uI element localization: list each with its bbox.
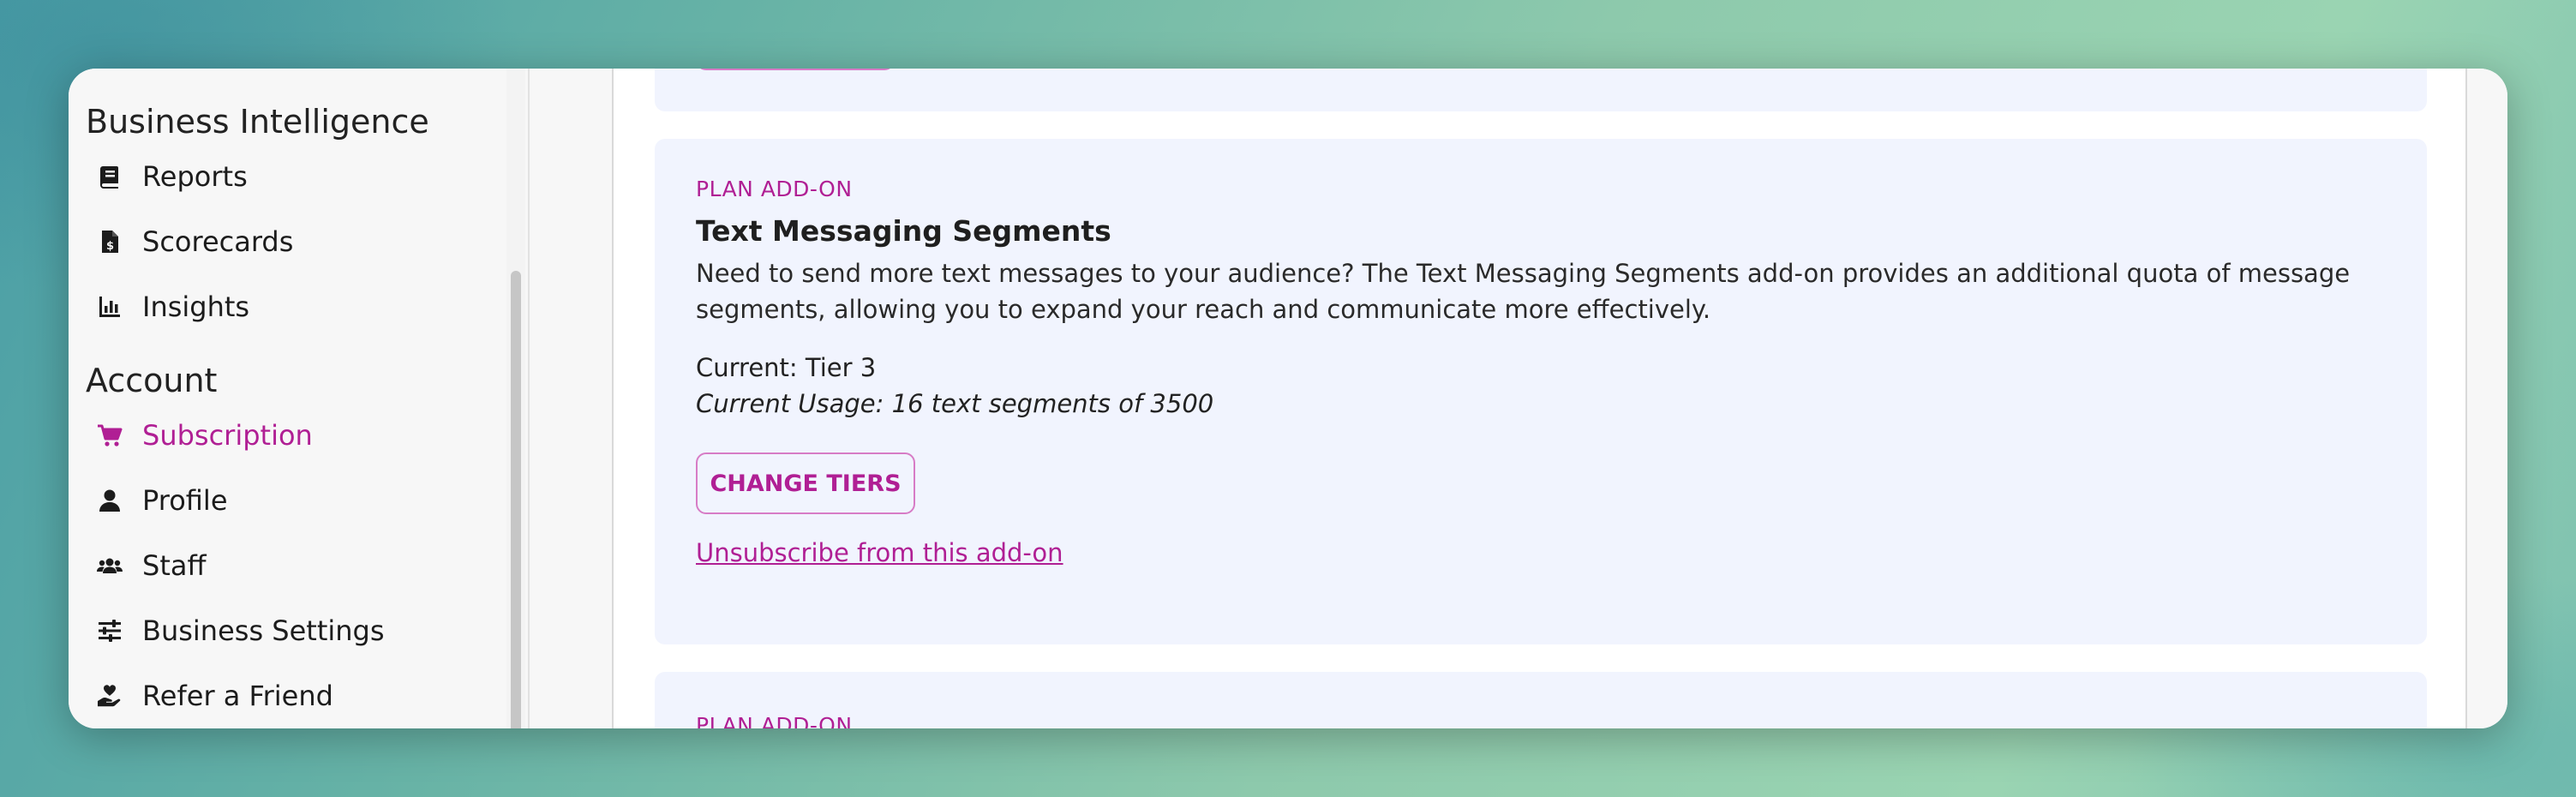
current-tier: Current: Tier 3	[696, 353, 877, 382]
sidebar: Business Intelligence Reports $ Scorecar…	[69, 69, 528, 728]
change-tiers-button[interactable]: CHANGE TIERS	[696, 452, 915, 514]
addon-card-text-messaging: PLAN ADD-ON Text Messaging Segments Need…	[655, 139, 2427, 644]
sidebar-item-refer-a-friend[interactable]: Refer a Friend	[94, 670, 497, 722]
sidebar-item-insights[interactable]: Insights	[94, 281, 497, 333]
user-icon	[94, 485, 125, 516]
sidebar-item-profile[interactable]: Profile	[94, 475, 497, 526]
addon-eyebrow: PLAN ADD-ON	[696, 177, 853, 201]
sidebar-item-subscription[interactable]: Subscription	[94, 410, 497, 461]
sliders-icon	[94, 615, 125, 646]
sidebar-item-scorecards[interactable]: $ Scorecards	[94, 216, 497, 267]
sidebar-item-reports[interactable]: Reports	[94, 151, 497, 202]
book-icon	[94, 161, 125, 192]
sidebar-item-staff[interactable]: Staff	[94, 540, 497, 591]
current-usage: Current Usage: 16 text segments of 3500	[696, 389, 1214, 418]
sidebar-section-business-intelligence: Business Intelligence	[86, 103, 429, 141]
sidebar-item-label: Subscription	[142, 419, 313, 452]
addon-card-previous	[655, 69, 2427, 111]
sidebar-item-label: Refer a Friend	[142, 680, 333, 712]
addon-card-next: PLAN ADD-ON	[655, 672, 2427, 728]
shopping-cart-icon	[94, 420, 125, 451]
addon-eyebrow: PLAN ADD-ON	[696, 713, 853, 728]
bar-chart-icon	[94, 291, 125, 322]
users-icon	[94, 550, 125, 581]
file-invoice-dollar-icon: $	[94, 226, 125, 257]
sidebar-item-label: Reports	[142, 160, 248, 193]
addon-description: Need to send more text messages to your …	[696, 259, 2351, 324]
app-window: Business Intelligence Reports $ Scorecar…	[69, 69, 2507, 728]
right-gutter	[2467, 69, 2507, 728]
sidebar-item-label: Business Settings	[142, 614, 385, 647]
unsubscribe-link[interactable]: Unsubscribe from this add-on	[696, 538, 1063, 567]
sidebar-item-label: Profile	[142, 484, 228, 517]
addon-title: Text Messaging Segments	[696, 214, 1111, 248]
sidebar-item-business-settings[interactable]: Business Settings	[94, 605, 497, 656]
previous-card-button[interactable]	[696, 69, 895, 70]
sidebar-item-label: Staff	[142, 549, 207, 582]
sidebar-item-label: Scorecards	[142, 225, 294, 258]
sidebar-scrollbar[interactable]	[511, 271, 521, 728]
svg-text:$: $	[106, 240, 114, 253]
left-gutter	[530, 69, 614, 728]
hand-holding-heart-icon	[94, 680, 125, 711]
sidebar-item-label: Insights	[142, 291, 250, 323]
sidebar-section-account: Account	[86, 362, 218, 399]
